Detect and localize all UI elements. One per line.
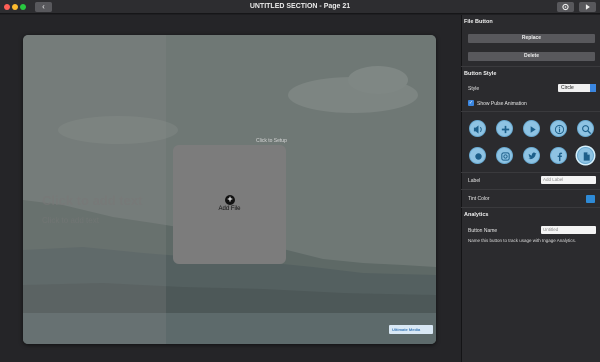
replace-button[interactable]: Replace (468, 34, 595, 43)
label-label: Label (468, 178, 481, 184)
facebook-icon-option[interactable] (550, 147, 567, 164)
info-icon (554, 124, 565, 135)
title-placeholder[interactable]: Click to add text (42, 193, 142, 208)
add-file-label: Add File (218, 206, 241, 212)
twitter-icon-option[interactable] (523, 147, 540, 164)
audio-icon-option[interactable] (469, 120, 486, 137)
back-button[interactable]: ‹ (35, 2, 52, 12)
zoom-window-button[interactable] (20, 4, 26, 10)
delete-button[interactable]: Delete (468, 52, 595, 61)
file-button-heading: File Button (464, 19, 493, 25)
audio-icon (473, 125, 482, 134)
document-icon-option[interactable] (577, 147, 594, 164)
style-label: Style (468, 86, 480, 92)
twitter-icon (528, 152, 537, 160)
chevron-left-icon: ‹ (42, 2, 45, 11)
gear-icon (562, 3, 569, 11)
pulse-animation-checkbox[interactable]: ✓ (468, 100, 474, 106)
pulse-animation-label: Show Pulse Animation (477, 101, 527, 107)
preview-button[interactable] (579, 2, 596, 12)
divider (461, 172, 600, 173)
record-icon-option[interactable] (469, 147, 486, 164)
label-input[interactable]: Add Label (541, 176, 596, 184)
canvas-area: Click to add text Click to add text Clic… (0, 15, 461, 362)
record-icon (475, 153, 482, 160)
instagram-icon (501, 152, 510, 161)
divider (461, 189, 600, 190)
analytics-heading: Analytics (464, 212, 489, 218)
button-name-input[interactable]: Untitled (541, 226, 596, 234)
button-style-heading: Button Style (464, 71, 497, 77)
plus-icon (501, 125, 510, 134)
watermark-logo: Ultimate Media (389, 325, 433, 334)
divider (461, 111, 600, 112)
plus-icon-option[interactable] (496, 120, 513, 137)
search-icon-option[interactable] (577, 120, 594, 137)
button-name-label: Button Name (468, 228, 498, 234)
window-title: UNTITLED SECTION - Page 21 (249, 3, 351, 10)
divider (461, 207, 600, 208)
analytics-help-text: Name this button to track usage with Ing… (468, 238, 577, 243)
search-icon (582, 125, 592, 135)
tint-color-swatch[interactable] (586, 195, 595, 203)
play-icon-option[interactable] (523, 120, 540, 137)
subtitle-placeholder[interactable]: Click to add text (42, 216, 99, 225)
divider (461, 66, 600, 67)
dropdown-arrow-icon (590, 84, 596, 92)
add-icon: + (225, 195, 235, 205)
facebook-icon (557, 152, 563, 162)
setup-hint: Click to Setup (256, 138, 287, 144)
settings-button[interactable] (557, 2, 574, 12)
close-window-button[interactable] (4, 4, 10, 10)
play-icon (530, 126, 536, 133)
tint-color-label: Tint Color (468, 196, 490, 202)
instagram-icon-option[interactable] (496, 147, 513, 164)
text-column-overlay (23, 35, 166, 344)
slide-page[interactable]: Click to add text Click to add text Clic… (23, 35, 436, 344)
style-select-value: Circle (561, 85, 574, 91)
style-select[interactable]: Circle (558, 84, 596, 92)
file-button-placeholder[interactable]: + Add File (173, 145, 286, 264)
info-icon-option[interactable] (550, 120, 567, 137)
play-icon (585, 4, 590, 10)
document-icon (583, 152, 590, 161)
title-bar: ‹ UNTITLED SECTION - Page 21 (0, 0, 600, 14)
minimize-window-button[interactable] (12, 4, 18, 10)
